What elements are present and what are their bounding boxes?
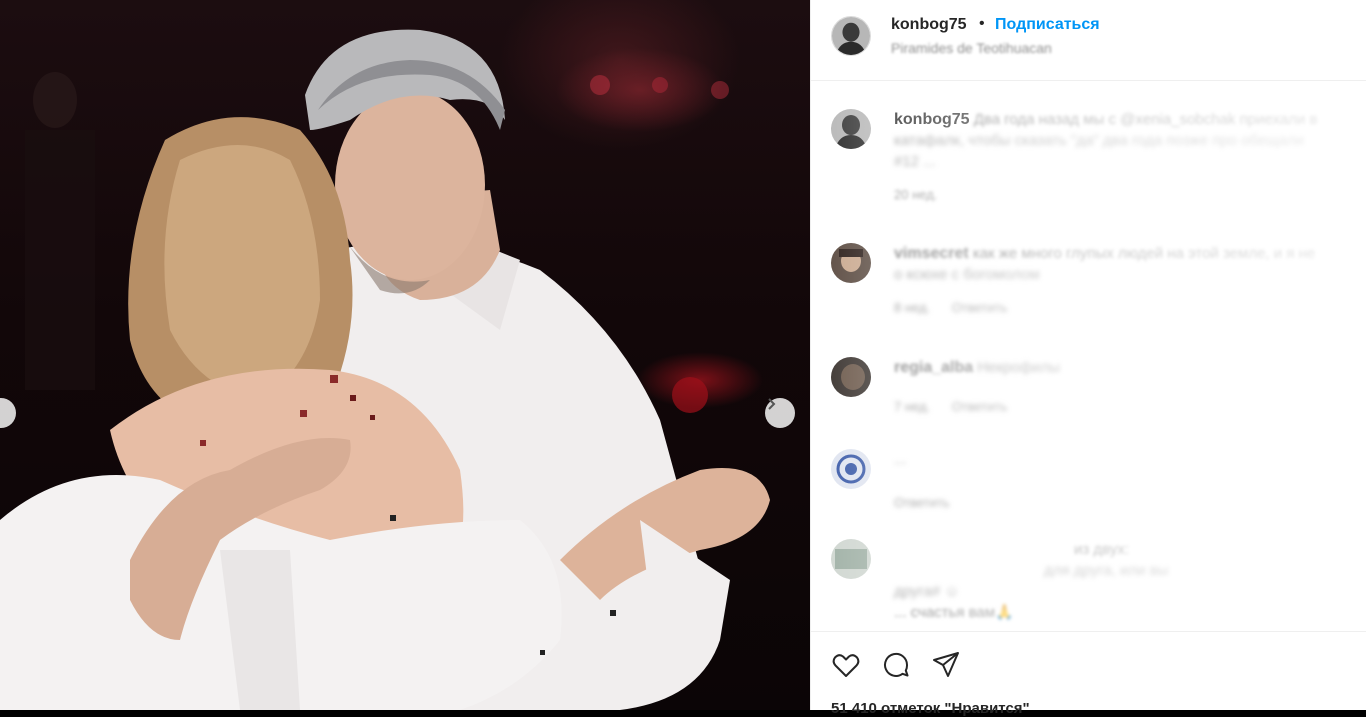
comment-age: 8 нед. [894, 300, 931, 315]
comment-text: ... [894, 451, 907, 468]
reply-button[interactable]: Ответить [894, 495, 950, 510]
share-icon [933, 652, 959, 677]
avatar-image [831, 539, 871, 579]
reply-button[interactable]: Ответить [952, 300, 1008, 315]
comment-text-line-1: из двух: [1074, 541, 1129, 558]
caption-line-3: #12 ... [894, 153, 936, 170]
next-photo-button[interactable] [765, 398, 795, 428]
commenter-avatar[interactable] [831, 357, 871, 397]
caption-text-2: приехали в [1239, 111, 1318, 128]
caption-line-2: катафалк, чтобы сказать "да" два года по… [894, 132, 1304, 149]
action-bar: 51 410 отметок "Нравится" [811, 631, 1366, 717]
post-location[interactable]: Piramides de Teotihuacan [891, 40, 1052, 56]
comment-meta: 7 нед. Ответить [894, 396, 1366, 417]
share-button[interactable] [931, 650, 961, 680]
comment-age: 7 нед. [894, 399, 931, 414]
caption-text: Два года назад мы с [973, 111, 1116, 128]
reply-button[interactable]: Ответить [952, 399, 1008, 414]
commenter-avatar[interactable] [831, 243, 871, 283]
follow-button[interactable]: Подписаться [995, 16, 1100, 34]
avatar-image [831, 109, 871, 149]
caption-avatar[interactable] [831, 109, 871, 149]
heart-icon [832, 654, 860, 677]
post-panel: konbog75 • Подписаться Piramides de Teot… [810, 0, 1366, 717]
author-avatar[interactable] [831, 16, 871, 56]
comment-meta: 8 нед. Ответить [894, 297, 1366, 318]
commenter-username[interactable]: vimsecret [894, 245, 969, 262]
post-photo[interactable] [0, 0, 810, 710]
comment-icon [884, 653, 909, 677]
avatar-image [831, 449, 871, 489]
likes-count[interactable]: 51 410 отметок "Нравится" [831, 700, 1030, 717]
caption-username[interactable]: konbog75 [894, 111, 970, 128]
separator-dot: • [979, 15, 985, 32]
avatar-image [832, 17, 870, 55]
commenter-avatar[interactable] [831, 449, 871, 489]
caption-mention[interactable]: @xenia_sobchak [1120, 111, 1235, 128]
comment-button[interactable] [881, 650, 911, 680]
avatar-image [831, 243, 871, 283]
comment-text-line-2: для друга, или вы [1044, 562, 1169, 579]
dancing-couple-image [0, 29, 770, 710]
comment-text: Некрофилы [977, 359, 1061, 376]
chevron-right-icon [768, 398, 776, 410]
post-header: konbog75 • Подписаться Piramides de Teot… [811, 0, 1366, 81]
comment-meta: Ответить [894, 492, 1366, 513]
comments-list[interactable]: konbog75 Два года назад мы с @xenia_sobc… [811, 81, 1366, 631]
author-username[interactable]: konbog75 [891, 16, 967, 34]
comment-text: как же много глупых людей на этой земле,… [972, 245, 1316, 262]
comment-text-line-3: друга# ☺ [894, 583, 960, 600]
commenter-avatar[interactable] [831, 539, 871, 579]
comment-text-line-4: ... счастья вам🙏 [894, 604, 1014, 621]
comment-text-line-2: о ксюхе с богомолом [894, 266, 1040, 283]
commenter-username[interactable]: regia_alba [894, 359, 973, 376]
like-button[interactable] [831, 650, 861, 680]
avatar-image [831, 357, 871, 397]
caption-age: 20 нед. [894, 187, 938, 202]
